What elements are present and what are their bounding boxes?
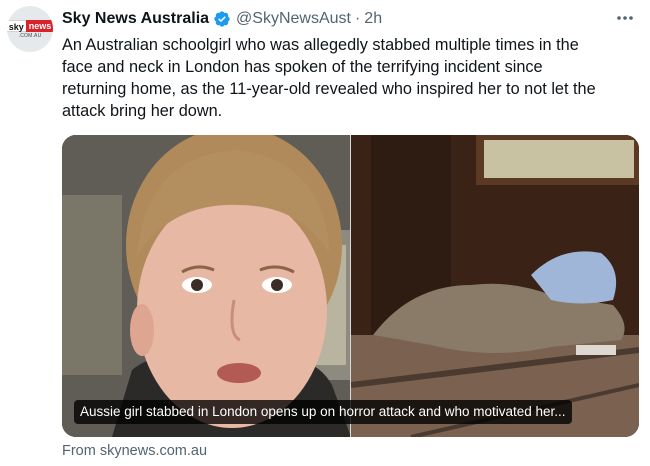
tweet-text: An Australian schoolgirl who was alleged… [62,36,596,120]
card-source-link[interactable]: From skynews.com.au [62,443,207,459]
logo-news-text: news [25,19,53,32]
link-card-media[interactable]: Aussie girl stabbed in London opens up o… [62,135,639,437]
girl-portrait-illustration [62,135,351,437]
more-options-icon [617,16,633,20]
more-options-button[interactable] [614,8,636,28]
video-still-left [62,135,351,437]
crime-scene-illustration [350,135,639,437]
account-handle[interactable]: @SkyNewsAust [236,10,351,28]
sky-news-logo: sky news .COM.AU [7,19,53,39]
video-still-right [350,135,639,437]
media-caption: Aussie girl stabbed in London opens up o… [74,400,572,424]
separator-dot: · [354,10,361,27]
tweet-header: Sky News Australia @SkyNewsAust · 2h [62,8,382,30]
logo-sub-text: .COM.AU [18,32,42,39]
timestamp[interactable]: 2h [364,10,382,28]
display-name[interactable]: Sky News Australia [62,10,209,28]
logo-sky-text: sky [7,19,26,32]
avatar[interactable]: sky news .COM.AU [7,6,53,52]
verified-badge-icon [214,11,230,27]
